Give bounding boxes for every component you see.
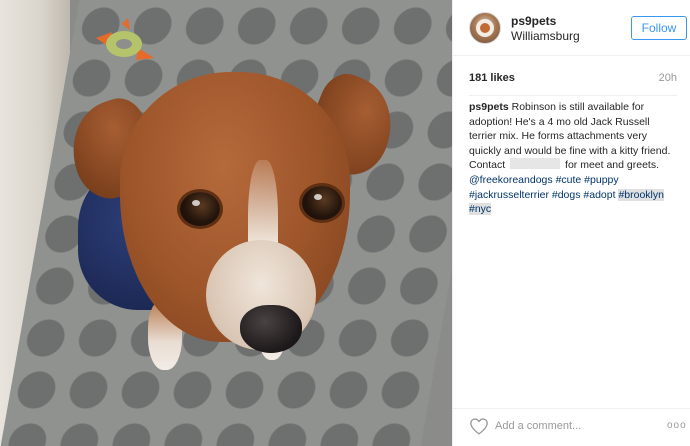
post-footer: ooo <box>453 408 690 446</box>
post-stats: 181 likes 20h <box>469 60 677 96</box>
post-time[interactable]: 20h <box>659 72 677 84</box>
caption-username-link[interactable]: ps9pets <box>469 101 509 113</box>
hashtag-link[interactable]: #dogs <box>552 189 581 201</box>
dog-eye-right <box>302 186 342 220</box>
username-link[interactable]: ps9pets <box>511 14 556 28</box>
mention-link[interactable]: @freekoreandogs <box>469 174 553 186</box>
hashtag-link[interactable]: #adopt <box>583 189 615 201</box>
hashtag-link[interactable]: #jackrusselterrier <box>469 189 549 201</box>
follow-button[interactable]: Follow <box>631 16 687 40</box>
instagram-post: ps9pets Williamsburg Follow 181 likes 20… <box>0 0 690 446</box>
post-photo[interactable] <box>0 0 452 446</box>
likes-count[interactable]: 181 likes <box>469 72 515 84</box>
avatar[interactable] <box>469 12 501 44</box>
comment-input[interactable] <box>495 416 645 436</box>
dog-nose <box>240 305 302 353</box>
dog-eye-left <box>180 192 220 226</box>
caption-text-2: for meet and greets. <box>562 159 659 172</box>
redacted-contact <box>510 158 561 170</box>
hashtag-link[interactable]: #nyc <box>469 203 491 215</box>
hashtag-link[interactable]: #cute <box>556 174 582 186</box>
post-header: ps9pets Williamsburg Follow <box>453 0 690 56</box>
post-caption: ps9pets Robinson is still available for … <box>469 100 677 217</box>
post-side-panel: ps9pets Williamsburg Follow 181 likes 20… <box>452 0 690 446</box>
dog-toy <box>96 18 154 60</box>
heart-icon[interactable] <box>469 417 489 435</box>
more-options-icon[interactable]: ooo <box>667 417 686 435</box>
hashtag-link[interactable]: #brooklyn <box>618 189 664 201</box>
location-link[interactable]: Williamsburg <box>511 29 580 43</box>
hashtag-link[interactable]: #puppy <box>584 174 618 186</box>
